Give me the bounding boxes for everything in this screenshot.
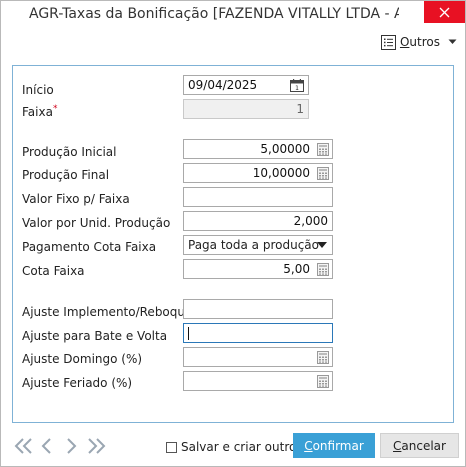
close-button[interactable]: [424, 1, 465, 23]
title-bar: AGR-Taxas da Bonificação [FAZENDA VITALL…: [1, 1, 465, 28]
ajuste-domingo-field[interactable]: [183, 347, 333, 367]
required-marker: *: [52, 104, 58, 114]
ajuste-domingo-label: Ajuste Domingo (%): [22, 352, 143, 366]
save-and-new-checkbox[interactable]: [166, 441, 177, 453]
calculator-icon[interactable]: [317, 375, 329, 388]
ajuste-feriado-field[interactable]: [183, 371, 333, 391]
valor-unid-label: Valor por Unid. Produção: [22, 216, 171, 230]
producao-inicial-label: Produção Inicial: [22, 145, 117, 159]
producao-inicial-value: 5,00000: [260, 142, 310, 156]
first-record-icon[interactable]: [14, 437, 34, 455]
faixa-label: Faixa*: [22, 104, 58, 119]
cota-field[interactable]: 5,00: [183, 259, 333, 279]
cota-value: 5,00: [283, 262, 310, 276]
producao-inicial-field[interactable]: 5,00000: [183, 139, 333, 159]
ajuste-implemento-field[interactable]: [183, 299, 333, 319]
cancel-button[interactable]: Cancelar: [380, 433, 459, 458]
calendar-icon[interactable]: 1: [290, 79, 304, 92]
valor-unid-field[interactable]: 2,000: [183, 211, 333, 231]
confirm-button[interactable]: Confirmar: [293, 433, 375, 458]
calculator-icon[interactable]: [317, 143, 329, 156]
next-record-icon[interactable]: [65, 437, 77, 455]
save-and-new-toggle[interactable]: Salvar e criar outro: [166, 440, 296, 454]
list-icon: [380, 34, 396, 50]
chevron-down-icon: [317, 242, 327, 248]
close-icon: [439, 7, 450, 18]
calculator-icon[interactable]: [317, 263, 329, 276]
calculator-icon[interactable]: [317, 351, 329, 364]
svg-text:1: 1: [295, 85, 299, 92]
ajuste-feriado-label: Ajuste Feriado (%): [22, 376, 133, 390]
save-and-new-label: Salvar e criar outro: [181, 440, 297, 454]
ajuste-bate-label: Ajuste para Bate e Volta: [22, 329, 168, 343]
outros-label: Outros: [399, 35, 440, 49]
inicio-value: 09/04/2025: [188, 78, 258, 92]
valor-fixo-field[interactable]: [183, 187, 333, 207]
ajuste-implemento-label: Ajuste Implemento/Reboque: [22, 305, 193, 319]
pagamento-label: Pagamento Cota Faixa: [22, 240, 157, 254]
footer-bar: Salvar e criar outro Confirmar Cancelar: [1, 429, 465, 467]
dialog-window: AGR-Taxas da Bonificação [FAZENDA VITALL…: [0, 0, 466, 467]
producao-final-field[interactable]: 10,00000: [183, 163, 333, 183]
last-record-icon[interactable]: [86, 437, 106, 455]
faixa-value: 1: [296, 102, 304, 116]
chevron-down-icon: [448, 39, 457, 44]
inicio-label: Início: [22, 83, 54, 97]
pagamento-value: Paga toda a produção: [188, 238, 319, 252]
window-title: AGR-Taxas da Bonificação [FAZENDA VITALL…: [29, 6, 399, 22]
inicio-date-field[interactable]: 09/04/2025 1: [183, 75, 309, 95]
cota-label: Cota Faixa: [22, 264, 85, 278]
calculator-icon[interactable]: [317, 167, 329, 180]
text-caret: [188, 327, 189, 340]
pagamento-select[interactable]: Paga toda a produção: [183, 235, 333, 255]
toolbar: Outros: [1, 29, 465, 55]
valor-unid-value: 2,000: [293, 214, 328, 228]
valor-fixo-label: Valor Fixo p/ Faixa: [22, 192, 130, 206]
faixa-field: 1: [183, 99, 309, 119]
producao-final-value: 10,00000: [252, 166, 310, 180]
outros-menu-button[interactable]: Outros: [380, 34, 457, 50]
previous-record-icon[interactable]: [41, 437, 53, 455]
ajuste-bate-field[interactable]: [183, 323, 333, 343]
producao-final-label: Produção Final: [22, 168, 110, 182]
